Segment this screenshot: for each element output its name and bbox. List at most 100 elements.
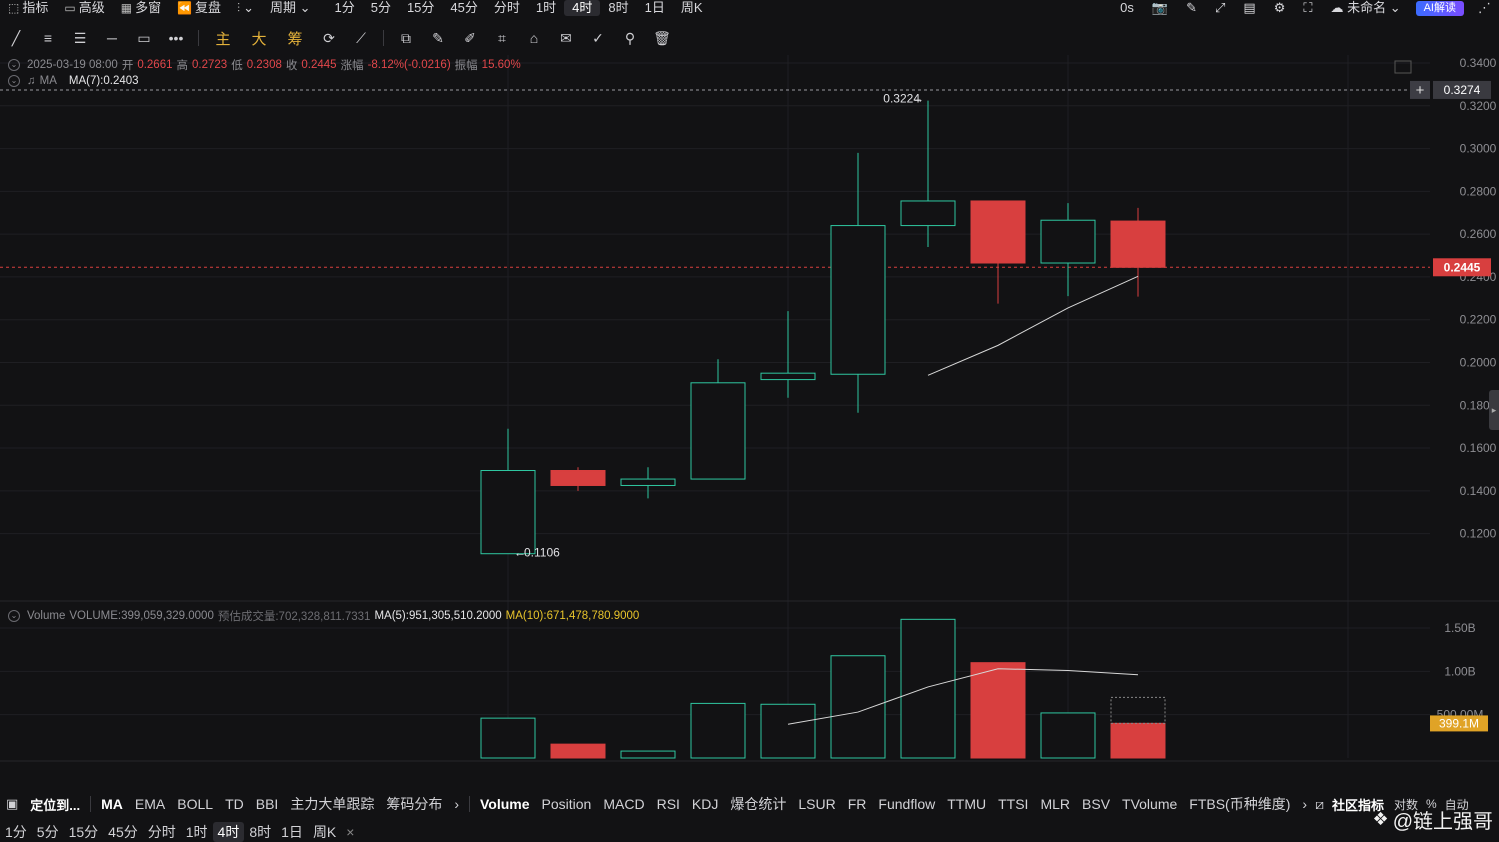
bottom-period-6[interactable]: 4时 — [212, 822, 245, 842]
locate-button[interactable]: 定位到... — [24, 795, 86, 814]
top-right-item-0[interactable]: 0s — [1111, 0, 1143, 16]
bottom-period-9[interactable]: 周K — [308, 822, 341, 842]
draw-tool-2[interactable]: ☰ — [64, 24, 96, 52]
main-indicator-6[interactable]: 筹码分布 — [380, 794, 448, 814]
bottom-period-2[interactable]: 15分 — [64, 822, 104, 842]
main-indicator-4[interactable]: BBI — [250, 796, 285, 812]
period-1[interactable]: 5分 — [363, 0, 399, 16]
volume-bar[interactable] — [480, 717, 536, 759]
tool2-5[interactable]: ⌗ — [486, 24, 518, 52]
period-7[interactable]: 8时 — [600, 0, 636, 16]
bottom-period-1[interactable]: 5分 — [32, 822, 64, 842]
tool2-8[interactable]: ✓ — [582, 24, 614, 52]
main-indicator-3[interactable]: TD — [219, 796, 250, 812]
sub-indicator-11[interactable]: MLR — [1034, 796, 1076, 812]
sub-indicator-10[interactable]: TTSI — [992, 796, 1034, 812]
sub-indicator-3[interactable]: RSI — [651, 796, 686, 812]
period-3[interactable]: 45分 — [442, 0, 485, 16]
tool2-4[interactable]: ✐ — [454, 24, 486, 52]
draw-tool-0[interactable]: ╱ — [0, 24, 32, 52]
top-menu-3[interactable]: ⏪ 复盘 — [169, 0, 229, 16]
candle-body[interactable] — [900, 200, 956, 227]
candle-body[interactable] — [830, 225, 886, 375]
tool2-10[interactable]: 🗑 — [646, 24, 678, 52]
bell-icon[interactable]: ♫ — [27, 75, 36, 87]
bottom-period-7[interactable]: 8时 — [244, 822, 276, 842]
bottom-period-5[interactable]: 1时 — [181, 822, 213, 842]
period-2[interactable]: 15分 — [399, 0, 442, 16]
main-indicator-0[interactable]: MA — [95, 796, 129, 812]
main-indicator-1[interactable]: EMA — [129, 796, 171, 812]
top-right-item-1[interactable]: 📷 — [1143, 0, 1177, 16]
sub-indicator-8[interactable]: Fundflow — [872, 796, 941, 812]
tool2-0[interactable]: ⟳ — [313, 24, 345, 52]
calendar-icon[interactable]: ▣ — [0, 796, 24, 812]
draw-tool-3[interactable]: ─ — [96, 24, 128, 52]
bottom-period-0[interactable]: 1分 — [0, 822, 32, 842]
tool2-1[interactable]: ⟋ — [345, 24, 377, 52]
sub-indicator-6[interactable]: LSUR — [792, 796, 841, 812]
side-panel-handle[interactable]: ▸ — [1489, 390, 1499, 430]
draw-tool-5[interactable]: ••• — [160, 24, 192, 52]
overlay-tool-2[interactable]: 筹 — [277, 24, 313, 52]
candle-body[interactable] — [970, 200, 1026, 264]
period-9[interactable]: 周K — [673, 0, 711, 16]
top-menu-0[interactable]: ⬚ 指标 — [0, 0, 56, 16]
volume-bar[interactable] — [620, 750, 676, 759]
chevron-right-icon[interactable]: › — [448, 796, 465, 812]
top-menu-4[interactable]: ⫶ ⌄ — [229, 0, 262, 16]
collapse-icon[interactable]: ⌄ — [8, 59, 20, 71]
volume-bar[interactable] — [1110, 722, 1166, 759]
sub-indicator-4[interactable]: KDJ — [686, 796, 724, 812]
tool2-6[interactable]: ⌂ — [518, 24, 550, 52]
top-right-item-2[interactable]: ✎ — [1177, 0, 1206, 16]
volume-bar[interactable] — [690, 702, 746, 759]
top-right-item-4[interactable]: ▤ — [1234, 0, 1264, 16]
main-indicator-2[interactable]: BOLL — [171, 796, 219, 812]
close-icon[interactable]: × — [341, 822, 359, 842]
tool2-9[interactable]: ⚲ — [614, 24, 646, 52]
sub-indicator-2[interactable]: MACD — [597, 796, 650, 812]
draw-tool-4[interactable]: ▭ — [128, 24, 160, 52]
period-8[interactable]: 1日 — [637, 0, 673, 16]
bottom-period-8[interactable]: 1日 — [276, 822, 308, 842]
bottom-period-3[interactable]: 45分 — [103, 822, 143, 842]
share-icon[interactable]: ⋰ — [1470, 0, 1499, 16]
overlay-tool-0[interactable]: 主 — [205, 24, 241, 52]
candle-body[interactable] — [480, 470, 536, 555]
sub-indicator-13[interactable]: TVolume — [1116, 796, 1183, 812]
period-0[interactable]: 1分 — [326, 0, 362, 16]
top-right-item-7[interactable]: ☁ 未命名 ⌄ — [1321, 0, 1409, 16]
sub-indicator-12[interactable]: BSV — [1076, 796, 1116, 812]
candle-body[interactable] — [1040, 219, 1096, 264]
overlay-tool-1[interactable]: 大 — [241, 24, 277, 52]
volume-bar[interactable] — [900, 618, 956, 759]
collapse-icon[interactable]: ⌄ — [8, 610, 20, 622]
tool2-2[interactable]: ⧉ — [390, 24, 422, 52]
bottom-period-4[interactable]: 分时 — [143, 822, 181, 842]
main-indicator-5[interactable]: 主力大单跟踪 — [284, 794, 380, 814]
top-menu-5[interactable]: 周期 ⌄ — [262, 0, 319, 16]
volume-bar[interactable] — [550, 743, 606, 759]
candle-body[interactable] — [1110, 220, 1166, 268]
candle-body[interactable] — [620, 478, 676, 486]
sub-indicator-5[interactable]: 爆仓统计 — [724, 794, 792, 814]
draw-tool-1[interactable]: ≡ — [32, 24, 64, 52]
candle-body[interactable] — [760, 372, 816, 381]
top-menu-1[interactable]: ▭ 高级 — [56, 0, 112, 16]
chevron-right-icon[interactable]: › — [1296, 796, 1313, 812]
top-right-item-3[interactable]: ⤢ — [1206, 0, 1234, 16]
sub-indicator-7[interactable]: FR — [842, 796, 873, 812]
period-5[interactable]: 1时 — [528, 0, 564, 16]
volume-bar[interactable] — [830, 655, 886, 759]
tool2-7[interactable]: ✉ — [550, 24, 582, 52]
period-4[interactable]: 分时 — [486, 0, 528, 16]
collapse-icon[interactable]: ⌄ — [8, 75, 20, 87]
top-right-item-5[interactable]: ⚙ — [1265, 0, 1295, 16]
volume-bar[interactable] — [760, 703, 816, 759]
sub-indicator-14[interactable]: FTBS(币种维度) — [1183, 794, 1296, 814]
top-right-item-6[interactable]: ⛶ — [1294, 0, 1321, 16]
candle-body[interactable] — [550, 470, 606, 486]
ai-interpret-button[interactable]: AI解读 — [1415, 0, 1464, 16]
candle-body[interactable] — [690, 382, 746, 480]
